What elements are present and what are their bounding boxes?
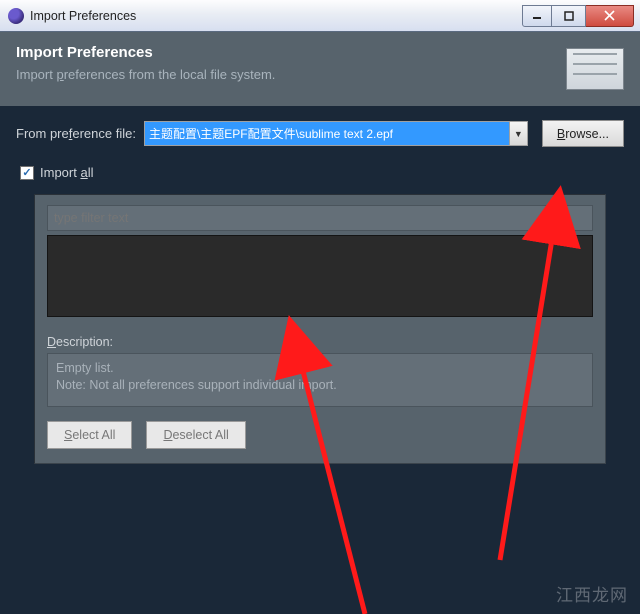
select-buttons-row: Select All Deselect All <box>47 421 593 449</box>
import-all-row: ✓ Import all <box>20 165 624 180</box>
window-buttons <box>522 5 634 27</box>
import-all-label: Import all <box>40 165 93 180</box>
window-titlebar: Import Preferences <box>0 0 640 32</box>
preferences-group: Description: Empty list. Note: Not all p… <box>34 194 606 464</box>
deselect-all-button[interactable]: Deselect All <box>146 421 245 449</box>
minimize-icon <box>532 11 542 21</box>
close-button[interactable] <box>586 5 634 27</box>
dialog-header: Import Preferences Import preferences fr… <box>0 32 640 106</box>
file-row: From preference file: 主题配置\主题EPF配置文件\sub… <box>16 120 624 147</box>
minimize-button[interactable] <box>522 5 552 27</box>
preferences-icon <box>566 48 624 90</box>
file-path-input[interactable]: 主题配置\主题EPF配置文件\sublime text 2.epf <box>145 122 509 145</box>
window-title: Import Preferences <box>30 9 522 23</box>
file-path-combo[interactable]: 主题配置\主题EPF配置文件\sublime text 2.epf ▼ <box>144 121 528 146</box>
description-text: Empty list. Note: Not all preferences su… <box>47 353 593 407</box>
from-file-label: From preference file: <box>16 126 136 141</box>
filter-input[interactable] <box>47 205 593 231</box>
chevron-down-icon[interactable]: ▼ <box>509 122 527 145</box>
description-label: Description: <box>47 335 593 349</box>
import-all-checkbox[interactable]: ✓ <box>20 166 34 180</box>
maximize-icon <box>564 11 574 21</box>
dialog-body: From preference file: 主题配置\主题EPF配置文件\sub… <box>0 106 640 464</box>
maximize-button[interactable] <box>552 5 586 27</box>
close-icon <box>604 10 615 21</box>
watermark-text: 江西龙网 <box>556 581 628 606</box>
preferences-listbox[interactable] <box>47 235 593 317</box>
eclipse-icon <box>8 8 24 24</box>
select-all-button[interactable]: Select All <box>47 421 132 449</box>
page-title: Import Preferences <box>16 44 566 61</box>
browse-button[interactable]: Browse... <box>542 120 624 147</box>
page-subtitle: Import preferences from the local file s… <box>16 67 566 82</box>
